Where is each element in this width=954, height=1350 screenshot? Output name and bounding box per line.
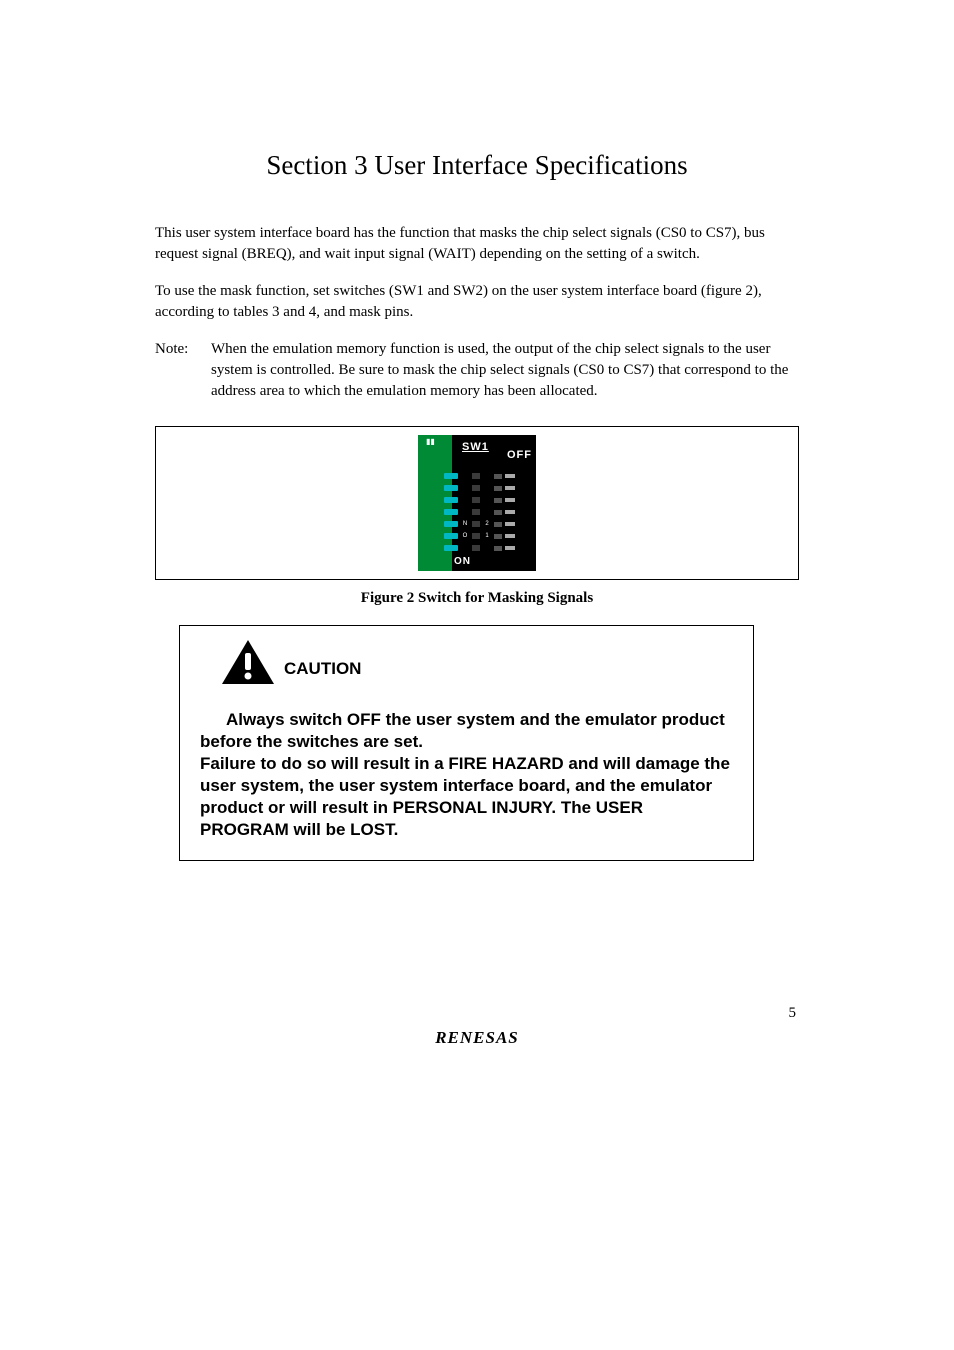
page-number: 5 [789,1005,797,1022]
caution-heading: CAUTION [284,659,361,678]
note-block: Note: When the emulation memory function… [155,339,799,402]
dip-row [444,495,524,505]
figure-2-box: ▮▮ SW1 OFF N2 O1 ON [155,426,799,580]
on-label: ON [454,556,471,567]
dip-row [444,543,524,553]
brand-logo: RENESAS [0,1028,954,1048]
caution-text: Always switch OFF the user system and th… [200,709,733,842]
caution-rest: product before the switches are set. Fai… [200,710,730,839]
dip-row [444,507,524,517]
dip-row: O1 [444,531,524,541]
caution-line1: Always switch OFF the user system and th… [226,710,657,729]
caution-box: CAUTION Always switch OFF the user syste… [179,625,754,861]
note-body: When the emulation memory function is us… [211,339,799,402]
sw1-label: SW1 [462,441,489,453]
figure-caption: Figure 2 Switch for Masking Signals [155,590,799,607]
dip-row: N2 [444,519,524,529]
pin-marker: ▮▮ [426,437,435,446]
switch-photo: ▮▮ SW1 OFF N2 O1 ON [418,435,536,571]
note-label: Note: [155,339,211,402]
dip-row [444,471,524,481]
paragraph-1: This user system interface board has the… [155,223,799,265]
section-title: Section 3 User Interface Specifications [155,150,799,181]
caution-icon: CAUTION [220,638,733,691]
paragraph-2: To use the mask function, set switches (… [155,281,799,323]
dip-row [444,483,524,493]
off-label: OFF [507,449,532,461]
